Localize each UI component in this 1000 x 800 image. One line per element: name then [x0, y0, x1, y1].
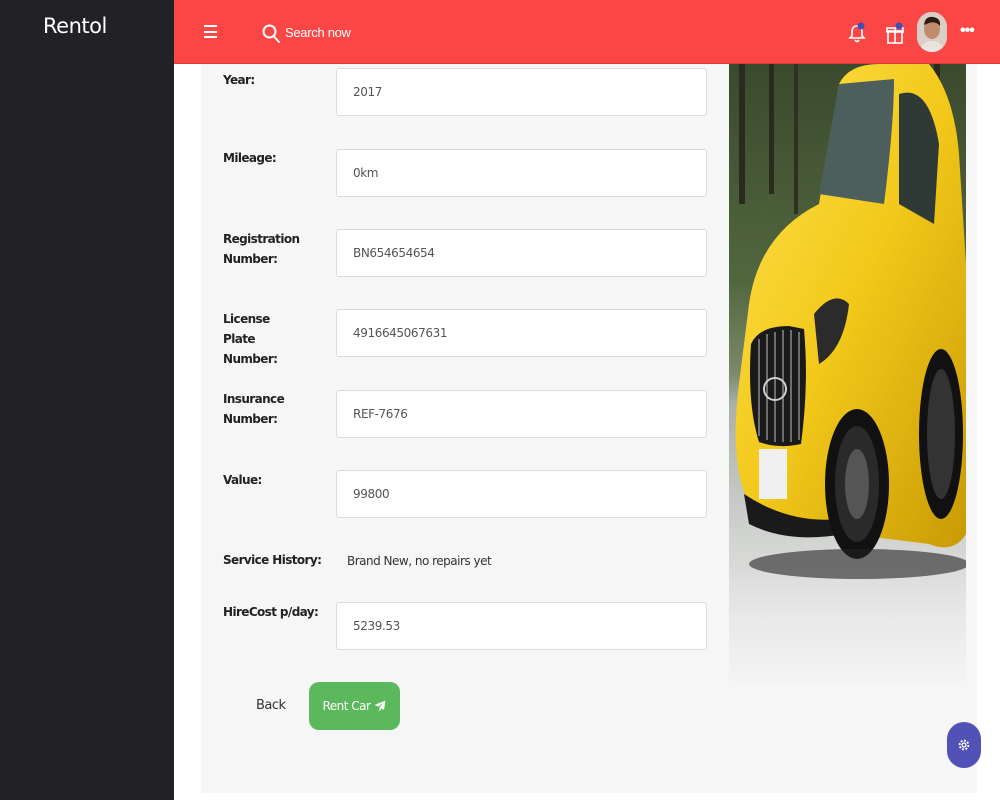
sidebar: Rentol [0, 0, 174, 800]
gear-icon [958, 739, 970, 751]
brand-logo[interactable]: Rentol [43, 14, 107, 38]
avatar[interactable] [917, 12, 947, 52]
service-history-value: Brand New, no repairs yet [347, 554, 492, 568]
bell-icon[interactable] [848, 21, 866, 45]
car-detail-card: Year: 2017 Mileage: 0km Registration Num… [201, 64, 977, 793]
search-icon[interactable] [262, 24, 280, 43]
more-icon[interactable]: ••• [960, 22, 975, 40]
rent-car-button[interactable]: Rent Car [309, 682, 400, 730]
mileage-label: Mileage: [223, 151, 277, 165]
settings-button[interactable] [947, 722, 981, 768]
license-plate-label: License Plate Number: [223, 312, 278, 366]
car-image [729, 64, 966, 682]
year-field[interactable]: 2017 [336, 68, 707, 116]
registration-number-field[interactable]: BN654654654 [336, 229, 707, 277]
value-label: Value: [223, 473, 262, 487]
value-field[interactable]: 99800 [336, 470, 707, 518]
paper-plane-icon [374, 700, 386, 712]
year-label: Year: [223, 73, 255, 87]
top-header: Search now ••• [174, 0, 1000, 64]
insurance-number-label: Insurance Number: [223, 392, 285, 426]
license-plate-field[interactable]: 4916645067631 [336, 309, 707, 357]
mileage-field[interactable]: 0km [336, 149, 707, 197]
rent-car-label: Rent Car [322, 699, 371, 713]
search-input[interactable]: Search now [285, 25, 351, 40]
back-button[interactable]: Back [256, 698, 286, 713]
menu-icon[interactable] [204, 25, 217, 39]
insurance-number-field[interactable]: REF-7676 [336, 390, 707, 438]
service-history-label: Service History: [223, 553, 322, 567]
hire-cost-label: HireCost p/day: [223, 605, 319, 619]
hire-cost-field[interactable]: 5239.53 [336, 602, 707, 650]
registration-number-label: Registration Number: [223, 232, 300, 266]
gift-icon[interactable] [886, 22, 904, 44]
